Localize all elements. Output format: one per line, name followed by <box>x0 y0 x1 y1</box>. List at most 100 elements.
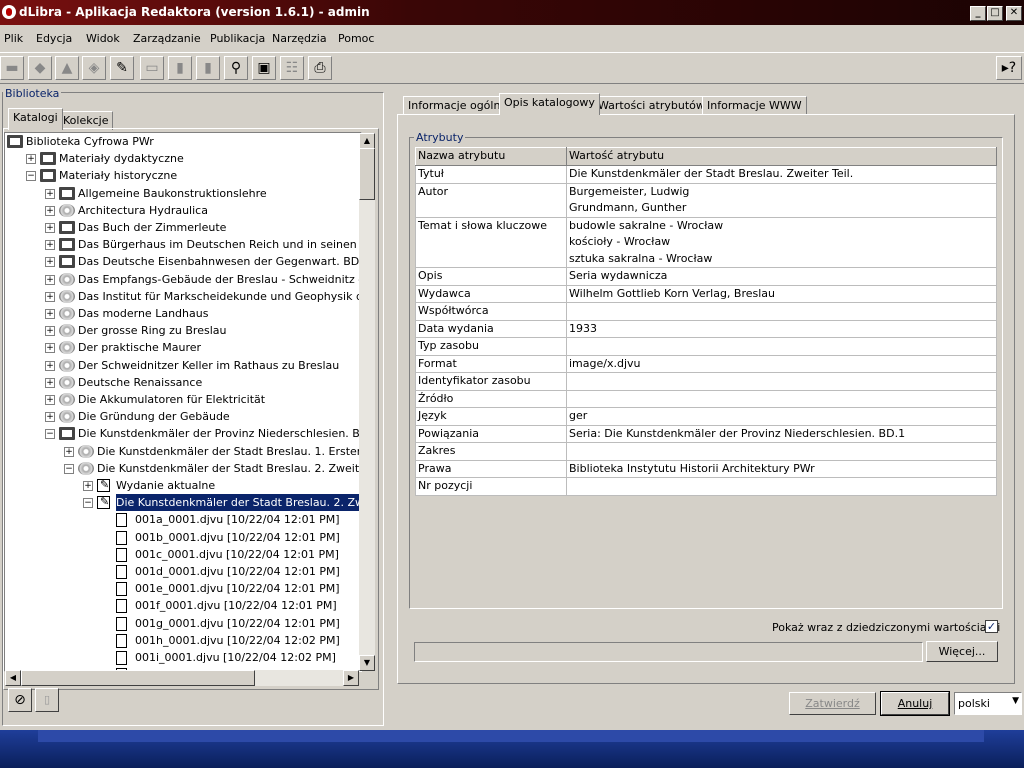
expand-icon[interactable]: + <box>45 343 55 354</box>
expand-icon[interactable]: + <box>45 188 55 199</box>
collapse-icon[interactable]: − <box>83 498 93 509</box>
tab-informacje-ogolne[interactable]: Informacje ogólne <box>403 96 513 115</box>
menu-publikacja[interactable]: Publikacja <box>210 32 265 45</box>
table-row[interactable]: Temat i słowa kluczowe budowle sakralne -… <box>415 216 997 268</box>
attribute-value[interactable]: image/x.djvu <box>566 354 997 373</box>
attribute-value[interactable] <box>566 372 997 391</box>
table-row[interactable]: Wydawca Wilhelm Gottlieb Korn Verlag, Bre… <box>415 284 997 303</box>
delete-icon[interactable]: ▮ <box>168 56 192 80</box>
scroll-down-icon[interactable]: ▼ <box>359 655 375 671</box>
table-row[interactable]: Nr pozycji <box>415 477 997 496</box>
more-button[interactable]: Więcej... <box>926 641 998 662</box>
column-header-value[interactable]: Wartość atrybutu <box>566 147 997 166</box>
catalog-tree[interactable]: Biblioteka Cyfrowa PWr + Materiały dydakty… <box>4 132 362 672</box>
tree-vertical-scrollbar[interactable]: ▲ ▼ <box>359 133 375 671</box>
expand-icon[interactable]: + <box>45 257 55 268</box>
tab-katalogi[interactable]: Katalogi <box>8 108 63 130</box>
attribute-value[interactable]: Seria wydawnicza <box>566 267 997 286</box>
attribute-value[interactable] <box>566 477 997 496</box>
tab-informacje-www[interactable]: Informacje WWW <box>702 96 807 115</box>
network-icon[interactable]: ☷ <box>280 56 304 80</box>
context-help-icon[interactable]: ▸? <box>996 56 1022 80</box>
collapse-icon[interactable]: − <box>26 171 36 182</box>
expand-icon[interactable]: + <box>45 412 55 423</box>
attribute-value[interactable]: ger <box>566 407 997 426</box>
expand-icon[interactable]: + <box>45 377 55 388</box>
add-group-icon[interactable]: ▲ <box>55 56 79 80</box>
collapse-icon[interactable]: − <box>45 429 55 440</box>
table-row[interactable]: Identyfikator zasobu <box>415 372 997 391</box>
expand-icon[interactable]: + <box>45 326 55 337</box>
expand-icon[interactable]: + <box>45 205 55 216</box>
attribute-value[interactable]: Die Kunstdenkmäler der Stadt Breslau. Zw… <box>566 165 997 184</box>
expand-icon[interactable]: + <box>45 309 55 319</box>
inherit-checkbox[interactable]: ✓ <box>985 620 998 633</box>
table-row[interactable]: Tytuł Die Kunstdenkmäler der Stadt Bresla… <box>415 165 997 184</box>
language-select[interactable]: polski ▼ <box>954 692 1022 715</box>
maximize-button[interactable]: □ <box>987 6 1003 21</box>
attribute-value[interactable]: Seria: Die Kunstdenkmäler der Provinz Ni… <box>566 424 997 443</box>
minimize-button[interactable]: _ <box>970 6 986 21</box>
help-icon[interactable]: ⊘ <box>8 688 32 712</box>
close-button[interactable]: ✕ <box>1006 6 1022 21</box>
table-row[interactable]: Współtwórca <box>415 302 997 321</box>
table-row[interactable]: Typ zasobu <box>415 337 997 356</box>
delete-all-icon[interactable]: ▮ <box>196 56 220 80</box>
menu-zarzadzanie[interactable]: Zarządzanie <box>133 32 201 45</box>
menu-narzedzia[interactable]: Narzędzia <box>272 32 327 45</box>
properties-icon[interactable]: ▭ <box>140 56 164 80</box>
attribute-value[interactable]: Wilhelm Gottlieb Korn Verlag, Breslau <box>566 284 997 303</box>
table-row[interactable]: Opis Seria wydawnicza <box>415 267 997 286</box>
scroll-right-icon[interactable]: ▶ <box>343 670 359 686</box>
attribute-value[interactable]: budowle sakralne - Wrocław kościoły - Wro… <box>566 216 997 268</box>
add-publication-icon[interactable]: ◆ <box>28 56 52 80</box>
menu-plik[interactable]: Plik <box>4 32 23 45</box>
table-row[interactable]: Autor Burgemeister, Ludwig Grundmann, Gunt… <box>415 182 997 218</box>
expand-icon[interactable]: + <box>26 154 36 165</box>
expand-icon[interactable]: + <box>45 395 55 405</box>
attribute-value[interactable] <box>566 389 997 408</box>
cancel-button[interactable]: Anuluj <box>881 692 949 715</box>
scroll-thumb[interactable] <box>359 148 375 200</box>
expand-icon[interactable]: + <box>45 274 55 285</box>
hscroll-thumb[interactable] <box>21 670 255 686</box>
table-row[interactable]: Prawa Biblioteka Instytutu Historii Archi… <box>415 459 997 478</box>
save-icon[interactable]: ▣ <box>252 56 276 80</box>
confirm-button[interactable]: Zatwierdź <box>789 692 876 715</box>
add-catalog-icon[interactable]: ▬ <box>0 56 24 80</box>
expand-icon[interactable]: + <box>64 446 74 457</box>
tree-horizontal-scrollbar[interactable]: ◀ ▶ <box>5 670 359 686</box>
table-row[interactable]: Powiązania Seria: Die Kunstdenkmäler der … <box>415 424 997 443</box>
table-row[interactable]: Źródło <box>415 389 997 408</box>
value-field[interactable] <box>414 642 923 662</box>
attribute-value[interactable] <box>566 337 997 356</box>
search-icon[interactable]: ⚲ <box>224 56 248 80</box>
column-header-name[interactable]: Nazwa atrybutu <box>415 147 567 166</box>
app-icon[interactable] <box>2 5 16 19</box>
add-edition-icon[interactable]: ◈ <box>82 56 106 80</box>
attribute-value[interactable]: Biblioteka Instytutu Historii Architektu… <box>566 459 997 478</box>
table-row[interactable]: Data wydania 1933 <box>415 319 997 338</box>
menu-widok[interactable]: Widok <box>86 32 120 45</box>
expand-icon[interactable]: + <box>83 481 93 491</box>
attribute-value[interactable]: 1933 <box>566 319 997 338</box>
collapse-icon[interactable]: − <box>64 463 74 474</box>
print-icon[interactable]: ⎙ <box>308 56 332 80</box>
chevron-down-icon[interactable]: ▼ <box>1012 696 1019 706</box>
trash-icon[interactable]: ▯ <box>35 688 59 712</box>
tab-wartosci-atrybutow[interactable]: Wartości atrybutów <box>593 96 710 115</box>
attribute-value[interactable] <box>566 302 997 321</box>
table-row[interactable]: Format image/x.djvu <box>415 354 997 373</box>
scroll-up-icon[interactable]: ▲ <box>359 133 375 149</box>
expand-icon[interactable]: + <box>45 240 55 251</box>
attribute-value[interactable] <box>566 442 997 461</box>
menu-edycja[interactable]: Edycja <box>36 32 72 45</box>
tab-opis-katalogowy[interactable]: Opis katalogowy <box>499 93 600 115</box>
menu-pomoc[interactable]: Pomoc <box>338 32 374 45</box>
scroll-left-icon[interactable]: ◀ <box>5 670 21 686</box>
attribute-value[interactable]: Burgemeister, Ludwig Grundmann, Gunther <box>566 182 997 218</box>
edit-icon[interactable]: ✎ <box>110 56 134 80</box>
expand-icon[interactable]: + <box>45 291 55 302</box>
expand-icon[interactable]: + <box>45 360 55 371</box>
table-row[interactable]: Zakres <box>415 442 997 461</box>
